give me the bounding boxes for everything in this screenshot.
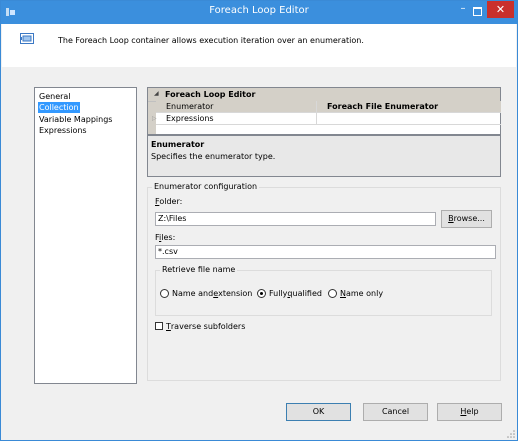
grid-divider [316,101,317,112]
traverse-subfolders-checkbox[interactable]: Traverse subfolders [155,321,245,331]
property-grid: ◢ Foreach Loop Editor Enumerator Foreach… [147,87,501,135]
close-button[interactable]: ✕ [487,1,514,18]
sidebar-item-general[interactable]: General [38,91,72,102]
expand-caret-icon[interactable]: ▷ [152,115,157,122]
minimize-button[interactable]: – [456,3,470,19]
files-label: Files: [155,233,176,242]
loop-container-icon [20,33,34,47]
radio-name-only[interactable]: Name only [328,287,383,299]
folder-label: Folder: [155,197,183,206]
grid-category-header[interactable]: ◢ Foreach Loop Editor [148,88,500,102]
radio-fully-qualified[interactable]: Fully q ualified [257,287,322,299]
window-title: Foreach Loop Editor [209,5,309,16]
resize-grip-icon[interactable] [507,430,515,438]
ok-button[interactable]: OK [286,403,351,421]
collapse-caret-icon[interactable]: ◢ [154,90,159,97]
retrieve-title: Retrieve file name [160,265,238,274]
header-panel: The Foreach Loop container allows execut… [2,24,516,67]
files-input[interactable]: *.csv [155,245,496,259]
description-text: Specifies the enumerator type. [151,152,276,161]
folder-input[interactable]: Z:\Files [155,212,436,226]
enumerator-value[interactable]: Foreach File Enumerator [327,102,438,111]
checkbox-icon[interactable] [155,322,163,330]
sidebar-item-variable-mappings[interactable]: Variable Mappings [38,114,113,125]
page-list: General Collection Variable Mappings Exp… [34,87,137,384]
group-title: Enumerator configuration [152,182,260,191]
grid-row-enumerator[interactable]: Enumerator Foreach File Enumerator [156,101,501,113]
grid-row-expressions[interactable]: ▷ Expressions [152,113,501,125]
retrieve-file-name-group: Retrieve file name Name and e xtension Fu… [155,265,492,316]
radio-name-and-extension[interactable]: Name and e xtension [160,287,252,299]
grid-row-name: Expressions [166,114,214,123]
description-title: Enumerator [151,140,205,149]
enumerator-configuration-group: Enumerator configuration Folder: Z:\File… [147,182,501,381]
description-panel: Enumerator Specifies the enumerator type… [147,135,501,177]
sidebar-item-expressions[interactable]: Expressions [38,125,88,136]
grid-row-name: Enumerator [166,102,214,111]
title-bar: Foreach Loop Editor – ✕ [1,1,517,24]
header-description: The Foreach Loop container allows execut… [58,36,364,45]
radio-circle-icon[interactable] [160,288,169,298]
foreach-loop-editor-window: Foreach Loop Editor – ✕ The Foreach Loop… [0,0,518,441]
maximize-icon [473,7,482,16]
radio-circle-icon[interactable] [328,288,337,298]
browse-button[interactable]: Browse... [441,210,492,228]
radio-checked-icon[interactable] [257,288,266,298]
grid-category-label: Foreach Loop Editor [165,90,256,99]
sidebar-item-collection[interactable]: Collection [38,102,80,113]
maximize-button[interactable] [470,3,484,19]
cancel-button[interactable]: Cancel [363,403,428,421]
help-button[interactable]: Help [437,403,502,421]
grid-divider [316,113,317,124]
